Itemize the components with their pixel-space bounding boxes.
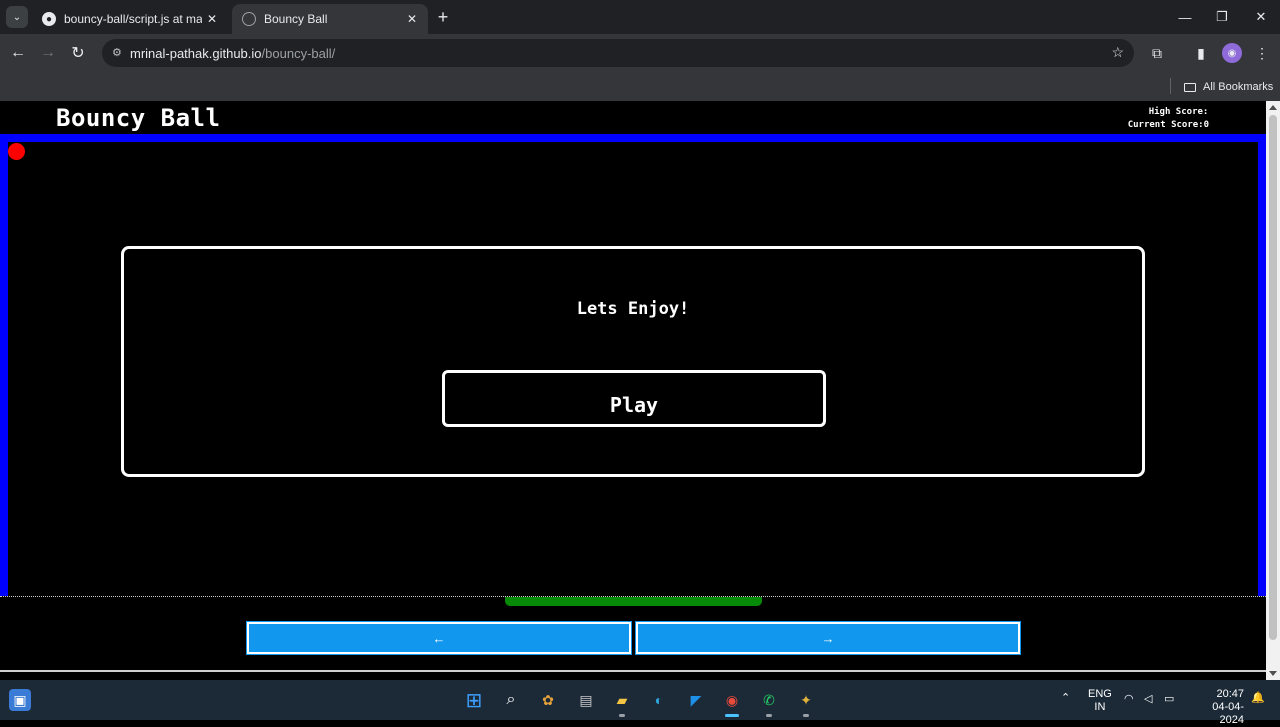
site-info-icon[interactable]: ⚙ (112, 46, 122, 59)
scrollbar-thumb[interactable] (1269, 115, 1277, 640)
tab-bouncy-ball[interactable]: Bouncy Ball ✕ (232, 4, 428, 34)
restore-button[interactable]: ❐ (1210, 6, 1234, 28)
tab-search-button[interactable]: ⌄ (6, 6, 28, 28)
arrow-right-icon: → (40, 44, 56, 61)
clock[interactable]: 20:47 04-04-2024 (1188, 688, 1244, 727)
move-left-button[interactable]: ← (246, 621, 632, 655)
bookmarks-bar: All Bookmarks (0, 72, 1280, 101)
volume-icon[interactable]: ◁ (1144, 693, 1152, 706)
start-icon[interactable]: ⊞ (463, 689, 485, 712)
close-icon[interactable]: ✕ (402, 12, 422, 26)
divider (1170, 78, 1171, 94)
browser-toolbar: ← → ↻ ⚙ mrinal-pathak.github.io/bouncy-b… (0, 34, 1280, 72)
chrome-icon[interactable]: ◉ (721, 689, 743, 717)
page-title: Bouncy Ball (56, 104, 221, 132)
tab-script-js[interactable]: ● bouncy-ball/script.js at master · ✕ (32, 4, 228, 34)
clock-time: 20:47 (1216, 688, 1244, 700)
whatsapp-icon[interactable]: ✆ (758, 689, 780, 717)
ball (8, 143, 25, 160)
extensions-icon[interactable]: ⧉ (1147, 43, 1167, 63)
search-icon[interactable]: ⌕ (500, 689, 522, 711)
current-score-label: Current Score: (1127, 120, 1204, 130)
vscode-icon[interactable]: ◤ (685, 689, 707, 711)
tab-title: Bouncy Ball (264, 12, 328, 26)
tab-title: bouncy-ball/script.js at master · (64, 12, 202, 26)
scroll-up-icon[interactable] (1269, 105, 1277, 110)
score-panel: High Score: Current Score:0 (1128, 106, 1209, 132)
move-right-button[interactable]: → (635, 621, 1021, 655)
url-host: mrinal-pathak.github.io (130, 45, 262, 61)
task-view-icon[interactable]: ▤ (575, 689, 597, 711)
scroll-down-icon[interactable] (1269, 671, 1277, 676)
lang-top: ENG (1088, 688, 1112, 700)
folder-icon (1184, 82, 1196, 92)
divider (0, 670, 1266, 672)
current-score: Current Score:0 (1128, 119, 1209, 132)
widgets-icon[interactable]: ▣ (9, 689, 31, 711)
battery-icon[interactable]: ▭ (1164, 693, 1174, 706)
chevron-down-icon: ⌄ (12, 11, 22, 23)
arrow-left-icon: ← (10, 44, 26, 61)
edge-icon[interactable]: ◐ (648, 689, 670, 711)
chevron-up-icon[interactable]: ⌃ (1061, 692, 1070, 705)
profile-avatar[interactable]: ◉ (1222, 43, 1242, 63)
github-icon: ● (42, 12, 56, 26)
wifi-icon[interactable]: ◠ (1124, 693, 1134, 706)
notification-bell-icon[interactable]: 🔔 (1251, 692, 1265, 705)
tab-strip: ⌄ ● bouncy-ball/script.js at master · ✕ … (0, 0, 1280, 34)
windows-taskbar: ▣ ⊞ ⌕ ✿ ▤ ▰ ◐ ◤ ◉ ✆ ✦ ⌃ ENG IN ◠ ◁ ▭ 20:… (0, 680, 1280, 726)
reload-button[interactable]: ↻ (66, 41, 90, 65)
close-window-button[interactable]: ✕ (1249, 6, 1273, 28)
side-panel-icon[interactable]: ▮ (1191, 43, 1211, 63)
clock-date: 04-04-2024 (1212, 701, 1244, 726)
lang-bottom: IN (1094, 701, 1106, 713)
app-icon[interactable]: ✦ (795, 689, 817, 717)
play-button[interactable]: Play (442, 370, 826, 427)
forward-button[interactable]: → (36, 41, 60, 65)
back-button[interactable]: ← (6, 41, 30, 65)
reload-icon: ↻ (71, 45, 85, 62)
close-icon[interactable]: ✕ (202, 12, 222, 26)
menu-icon[interactable]: ⋮ (1252, 43, 1272, 63)
all-bookmarks-button[interactable]: All Bookmarks (1184, 78, 1273, 96)
dialog-message: Lets Enjoy! (576, 299, 690, 319)
language-indicator[interactable]: ENG IN (1088, 688, 1112, 714)
new-tab-button[interactable]: + (432, 6, 454, 28)
all-bookmarks-label: All Bookmarks (1203, 81, 1274, 93)
start-dialog: Lets Enjoy! Play (121, 246, 1145, 477)
globe-icon (242, 12, 256, 26)
file-explorer-icon[interactable]: ▰ (611, 689, 633, 717)
high-score: High Score: (1128, 106, 1209, 119)
copilot-icon[interactable]: ✿ (537, 689, 559, 711)
url-path: /bouncy-ball/ (261, 45, 336, 61)
address-bar[interactable]: ⚙ mrinal-pathak.github.io/bouncy-ball/ ☆ (102, 39, 1134, 67)
paddle (505, 597, 762, 606)
page-scrollbar[interactable] (1266, 101, 1280, 680)
minimize-button[interactable]: — (1173, 6, 1197, 28)
bookmark-star-icon[interactable]: ☆ (1111, 44, 1124, 61)
game-page: Bouncy Ball High Score: Current Score:0 … (0, 101, 1266, 680)
high-score-label: High Score: (1148, 107, 1209, 117)
current-score-value: 0 (1203, 120, 1209, 130)
